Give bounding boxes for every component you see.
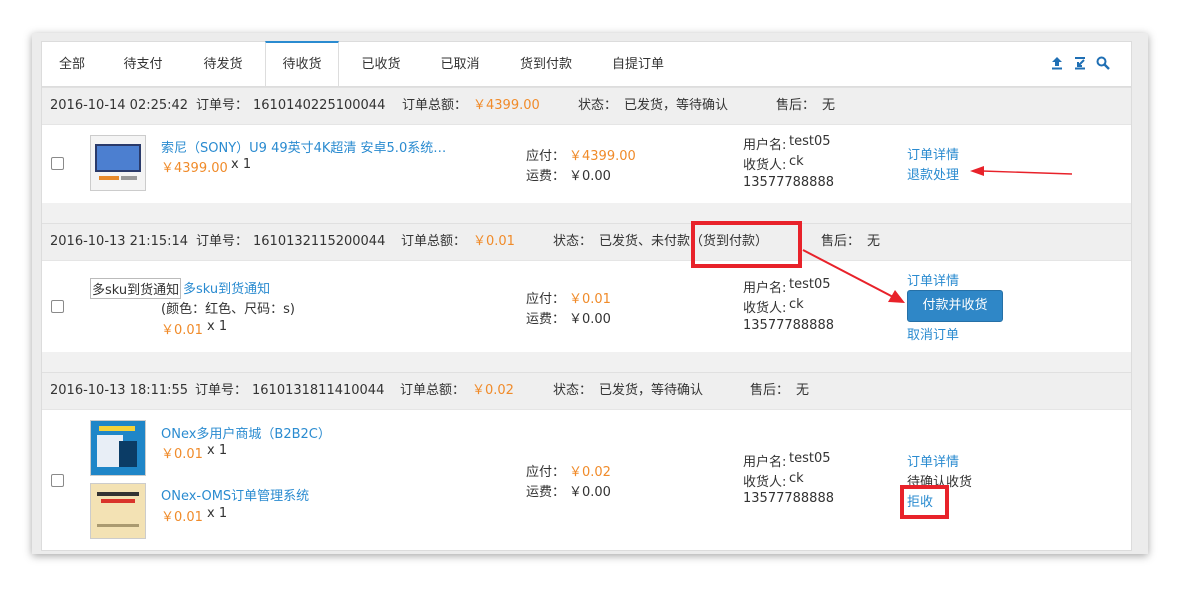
order-separator — [42, 203, 1131, 223]
tab-received[interactable]: 已收货 — [340, 42, 422, 86]
tab-pending-payment[interactable]: 待支付 — [104, 42, 182, 86]
order-total: ￥4399.00 — [473, 98, 540, 113]
tab-pending-shipment[interactable]: 待发货 — [184, 42, 262, 86]
phone-number: 13577788888 — [743, 318, 834, 333]
product-variant: (颜色：红色、尺码：s) — [161, 302, 295, 317]
order-number-label: 订单号： — [196, 234, 249, 249]
order-checkbox[interactable] — [51, 300, 64, 313]
payable-label: 应付： — [526, 465, 566, 480]
order-detail-link[interactable]: 订单详情 — [907, 451, 959, 470]
username-label: 用户名: — [743, 138, 787, 153]
shipping-label: 运费： — [526, 169, 566, 184]
order-total-label: 订单总额： — [402, 98, 468, 113]
order-time: 2016-10-13 18:11:55 — [50, 383, 189, 398]
product-title-link[interactable]: ONex多用户商城（B2B2C） — [161, 423, 331, 442]
order-header: 2016-10-13 21:15:14 订单号： 161013211520004… — [42, 223, 1131, 261]
tab-cash-on-delivery[interactable]: 货到付款 — [508, 42, 584, 86]
order-time: 2016-10-13 21:15:14 — [50, 234, 189, 249]
order-number-label: 订单号： — [195, 383, 248, 398]
shipping-fee: ￥0.00 — [569, 169, 611, 184]
username-label: 用户名: — [743, 455, 787, 470]
order-header: 2016-10-14 02:25:42 订单号： 161014022510004… — [42, 87, 1131, 125]
annotation-highlight-box — [691, 221, 802, 268]
order-tabs: 全部 待支付 待发货 待收货 已收货 已取消 货到付款 自提订单 — [42, 41, 1131, 87]
shipping-fee: ￥0.00 — [569, 485, 611, 500]
search-icon[interactable] — [1096, 56, 1110, 70]
phone-number: 13577788888 — [743, 491, 834, 506]
product-image-alt-text: 多sku到货通知 — [90, 278, 182, 299]
username-value: test05 — [789, 451, 831, 466]
order-number: 1610132115200044 — [253, 234, 386, 249]
aftersale-value: 无 — [822, 98, 836, 113]
receiver-label: 收货人: — [743, 301, 787, 316]
product-price: ￥0.01 — [161, 510, 203, 525]
tab-all[interactable]: 全部 — [42, 42, 102, 86]
receiver-label: 收货人: — [743, 158, 787, 173]
order-number: 1610140225100044 — [253, 98, 386, 113]
order-panel: 全部 待支付 待发货 待收货 已收货 已取消 货到付款 自提订单 2016-10… — [41, 41, 1132, 551]
payable-label: 应付： — [526, 149, 566, 164]
product-qty: x 1 — [207, 443, 228, 458]
order-detail-link[interactable]: 订单详情 — [907, 270, 959, 289]
product-thumbnail-oms — [90, 483, 146, 539]
product-qty: x 1 — [207, 319, 228, 334]
receiver-value: ck — [789, 154, 804, 169]
pay-and-receive-button[interactable]: 付款并收货 — [907, 290, 1003, 322]
receiver-value: ck — [789, 471, 804, 486]
order-number: 1610131811410044 — [252, 383, 385, 398]
annotation-highlight-box — [900, 485, 949, 519]
order-status: 已发货，等待确认 — [624, 98, 729, 113]
order-checkbox[interactable] — [51, 474, 64, 487]
tab-pending-receipt[interactable]: 待收货 — [265, 41, 339, 86]
aftersale-label: 售后： — [750, 383, 790, 398]
product-title-link[interactable]: ONex-OMS订单管理系统 — [161, 485, 309, 504]
aftersale-value: 无 — [796, 383, 810, 398]
payable-label: 应付： — [526, 292, 566, 307]
order-checkbox[interactable] — [51, 157, 64, 170]
payable-amount: ￥4399.00 — [569, 149, 636, 164]
product-thumbnail-b2b2c — [90, 420, 146, 476]
order-total-label: 订单总额： — [400, 383, 466, 398]
product-qty: x 1 — [231, 157, 252, 172]
shipping-label: 运费： — [526, 312, 566, 327]
export-icon[interactable] — [1073, 56, 1087, 70]
payable-amount: ￥0.02 — [569, 465, 611, 480]
product-title-link[interactable]: 索尼（SONY）U9 49英寸4K超清 安卓5.0系统… — [161, 137, 446, 156]
aftersale-label: 售后： — [821, 234, 861, 249]
receiver-label: 收货人: — [743, 475, 787, 490]
product-price: ￥4399.00 — [161, 161, 228, 176]
order-detail-link[interactable]: 订单详情 — [907, 144, 959, 163]
product-price: ￥0.01 — [161, 447, 203, 462]
order-total: ￥0.02 — [472, 383, 514, 398]
username-value: test05 — [789, 277, 831, 292]
order-separator — [42, 352, 1131, 372]
status-label: 状态： — [553, 234, 593, 249]
product-price: ￥0.01 — [161, 323, 203, 338]
payable-amount: ￥0.01 — [569, 292, 611, 307]
order-total: ￥0.01 — [473, 234, 515, 249]
product-thumbnail-tv — [90, 135, 146, 191]
status-label: 状态： — [553, 383, 593, 398]
product-title-link[interactable]: 多sku到货通知 — [183, 278, 270, 297]
tab-cancelled[interactable]: 已取消 — [424, 42, 496, 86]
shipping-label: 运费： — [526, 485, 566, 500]
receiver-value: ck — [789, 297, 804, 312]
cancel-order-link[interactable]: 取消订单 — [907, 324, 959, 343]
status-label: 状态： — [578, 98, 618, 113]
order-total-label: 订单总额： — [401, 234, 467, 249]
username-value: test05 — [789, 134, 831, 149]
order-header: 2016-10-13 18:11:55 订单号： 161013181141004… — [42, 372, 1131, 410]
username-label: 用户名: — [743, 281, 787, 296]
aftersale-label: 售后： — [776, 98, 816, 113]
phone-number: 13577788888 — [743, 175, 834, 190]
product-qty: x 1 — [207, 506, 228, 521]
order-number-label: 订单号： — [196, 98, 249, 113]
order-time: 2016-10-14 02:25:42 — [50, 98, 189, 113]
shipping-fee: ￥0.00 — [569, 312, 611, 327]
order-status: 已发货，等待确认 — [599, 383, 704, 398]
tab-self-pickup[interactable]: 自提订单 — [600, 42, 676, 86]
aftersale-value: 无 — [867, 234, 881, 249]
refund-link[interactable]: 退款处理 — [907, 164, 959, 183]
upload-icon[interactable] — [1050, 56, 1064, 70]
